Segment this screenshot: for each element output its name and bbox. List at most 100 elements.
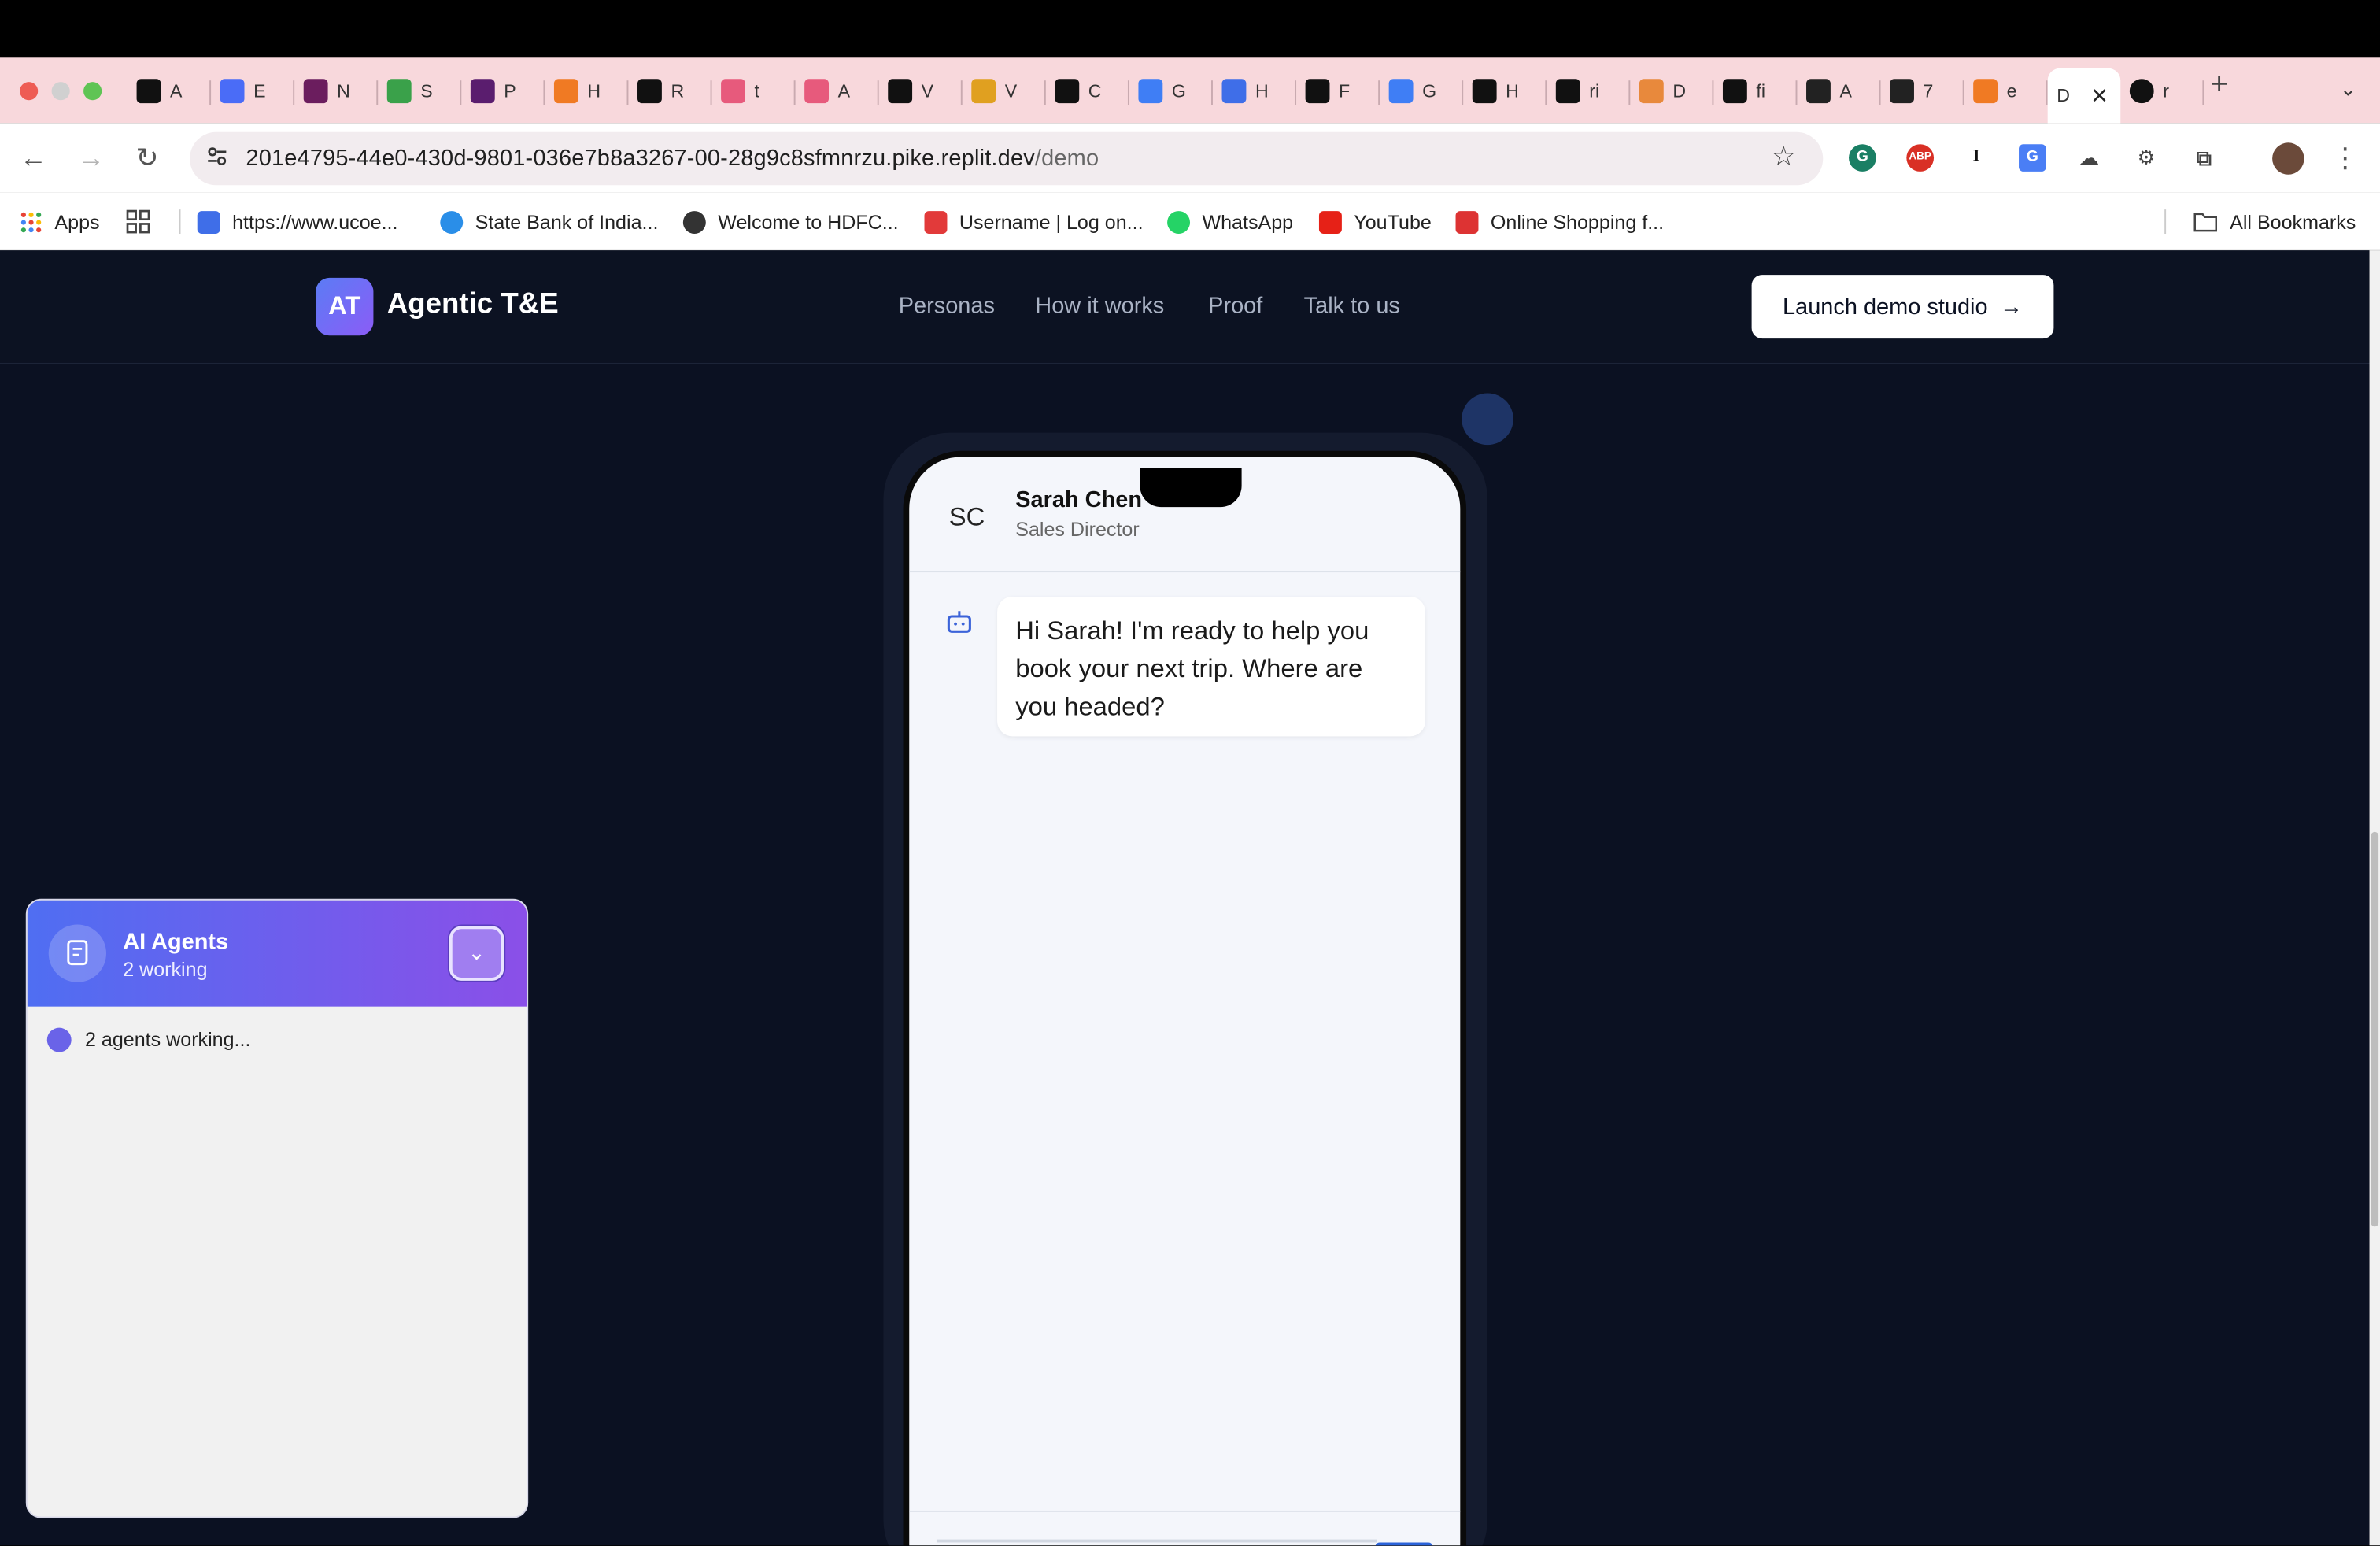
- browser-tab[interactable]: H: [1463, 68, 1547, 114]
- bookmark-item[interactable]: YouTube: [1318, 208, 1432, 235]
- phone-mockup: SC Sarah Chen Sales Director Hi Sarah! I…: [903, 450, 1467, 1546]
- tab-favicon-icon: [1806, 79, 1831, 104]
- launch-demo-button[interactable]: Launch demo studio →: [1751, 275, 2054, 339]
- extensions-puzzle-icon[interactable]: ⧉: [2190, 144, 2218, 172]
- forward-arrow-icon[interactable]: →: [76, 142, 106, 173]
- tab-favicon-icon: [1305, 79, 1330, 104]
- browser-tab[interactable]: G: [1129, 68, 1213, 114]
- tab-favicon-icon: [220, 79, 245, 104]
- tab-title: t: [754, 80, 759, 102]
- back-arrow-icon[interactable]: ←: [18, 142, 49, 173]
- bookmark-label: Welcome to HDFC...: [718, 210, 899, 234]
- sbi-favicon-icon: [440, 210, 464, 234]
- bookmark-label: Username | Log on...: [959, 210, 1144, 234]
- tab-title: V: [1004, 80, 1018, 102]
- browser-tab[interactable]: G: [1380, 68, 1464, 114]
- browser-tab[interactable]: V: [879, 68, 963, 114]
- bookmark-apps[interactable]: Apps: [20, 208, 100, 235]
- browser-tab[interactable]: e: [1964, 68, 2048, 114]
- composer-divider: [909, 1510, 1461, 1512]
- grammarly-extension-icon[interactable]: G: [1849, 144, 1876, 172]
- browser-tab[interactable]: H: [545, 68, 629, 114]
- bookmark-item[interactable]: Username | Log on...: [924, 208, 1144, 235]
- browser-tab[interactable]: A: [796, 68, 879, 114]
- tab-favicon-icon: [721, 79, 745, 104]
- shopping-favicon-icon: [1455, 210, 1479, 234]
- close-tab-icon[interactable]: ✕: [2090, 83, 2108, 109]
- whatsapp-icon: [1167, 210, 1191, 234]
- reload-icon[interactable]: ↻: [132, 142, 163, 173]
- adblock-extension-icon[interactable]: ABP: [1906, 144, 1935, 172]
- tab-title: G: [1171, 80, 1186, 102]
- brand-name[interactable]: Agentic T&E: [387, 288, 559, 321]
- browser-tab[interactable]: V: [963, 68, 1046, 114]
- browser-tab[interactable]: N: [294, 68, 379, 114]
- browser-tab[interactable]: A: [1797, 68, 1881, 114]
- browser-tab[interactable]: F: [1296, 68, 1380, 114]
- send-button[interactable]: [1375, 1542, 1433, 1546]
- nav-link-how-it-works[interactable]: How it works: [1035, 293, 1164, 319]
- url-host: 201e4795-44e0-430d-9801-036e7b8a3267-00-…: [246, 146, 1035, 172]
- bookmark-label: Apps: [54, 210, 100, 234]
- active-browser-tab[interactable]: D ✕: [2047, 68, 2121, 124]
- browser-tab[interactable]: t: [712, 68, 796, 114]
- browser-tab[interactable]: D: [1630, 68, 1714, 114]
- tab-title: H: [1506, 80, 1519, 102]
- bookmark-item[interactable]: Online Shopping f...: [1455, 208, 1664, 235]
- browser-tab[interactable]: ri: [1547, 68, 1631, 114]
- browser-tab[interactable]: E: [211, 68, 295, 114]
- tab-favicon-icon: [971, 79, 996, 104]
- nav-link-proof[interactable]: Proof: [1208, 293, 1262, 319]
- site-settings-icon[interactable]: [206, 146, 227, 167]
- tab-title: r: [2163, 80, 2169, 102]
- bookmark-item[interactable]: State Bank of India...: [440, 208, 658, 235]
- bookmark-label: WhatsApp: [1202, 210, 1294, 234]
- robot-extension-icon[interactable]: ⚙: [2132, 144, 2160, 172]
- logo-badge[interactable]: AT: [316, 277, 374, 336]
- tab-title: ri: [1589, 80, 1600, 102]
- tab-favicon-icon: [1055, 79, 1080, 104]
- all-bookmarks-button[interactable]: All Bookmarks: [2193, 208, 2356, 235]
- bookmark-star-icon[interactable]: ☆: [1772, 141, 1796, 173]
- browser-tab[interactable]: P: [461, 68, 545, 114]
- browser-tab[interactable]: A: [128, 68, 212, 114]
- chat-contact-name: Sarah Chen: [1015, 487, 1143, 513]
- tab-favicon-icon: [1639, 79, 1664, 104]
- tab-favicon-icon: [1555, 79, 1580, 104]
- bookmark-item[interactable]: https://www.ucoe...: [197, 208, 398, 235]
- tab-groups-icon[interactable]: [126, 209, 150, 234]
- tab-title: H: [587, 80, 601, 102]
- url-text[interactable]: 201e4795-44e0-430d-9801-036e7b8a3267-00-…: [246, 146, 1099, 172]
- browser-tab[interactable]: 7: [1881, 68, 1964, 114]
- collapse-chevron-icon[interactable]: ⌄: [449, 926, 504, 981]
- tab-search-chevron-icon[interactable]: ⌄: [2328, 68, 2367, 111]
- scrollbar-thumb[interactable]: [2371, 831, 2379, 1227]
- tab-title: V: [921, 80, 934, 102]
- tab-favicon-icon: [136, 79, 161, 104]
- maximize-window-button[interactable]: [83, 82, 102, 101]
- browser-tab[interactable]: r: [2120, 68, 2204, 114]
- close-window-button[interactable]: [20, 82, 39, 101]
- new-tab-button[interactable]: +: [2204, 68, 2234, 111]
- bookmark-item[interactable]: Welcome to HDFC...: [682, 208, 899, 235]
- instapaper-extension-icon[interactable]: I: [1962, 144, 1990, 172]
- translate-extension-icon[interactable]: G: [2019, 144, 2046, 172]
- nav-link-personas[interactable]: Personas: [899, 293, 995, 319]
- tab-favicon-icon: [804, 79, 830, 104]
- browser-tab[interactable]: R: [628, 68, 712, 114]
- cloud-extension-icon[interactable]: ☁: [2075, 144, 2103, 172]
- browser-tab[interactable]: S: [378, 68, 462, 114]
- browser-menu-icon[interactable]: ⋮: [2330, 142, 2360, 173]
- message-input[interactable]: [936, 1539, 1377, 1543]
- browser-tab[interactable]: H: [1213, 68, 1297, 114]
- minimize-window-button[interactable]: [51, 82, 70, 101]
- ai-agents-header: AI Agents 2 working ⌄: [27, 900, 527, 1007]
- youtube-icon: [1318, 210, 1342, 234]
- browser-tab[interactable]: fi: [1713, 68, 1798, 114]
- nav-link-talk-to-us[interactable]: Talk to us: [1304, 293, 1400, 319]
- browser-tab[interactable]: C: [1046, 68, 1129, 114]
- arrow-right-icon: →: [2000, 294, 2023, 320]
- tab-favicon-icon: [470, 79, 495, 104]
- bookmark-item[interactable]: WhatsApp: [1167, 208, 1293, 235]
- profile-avatar[interactable]: [2272, 142, 2304, 175]
